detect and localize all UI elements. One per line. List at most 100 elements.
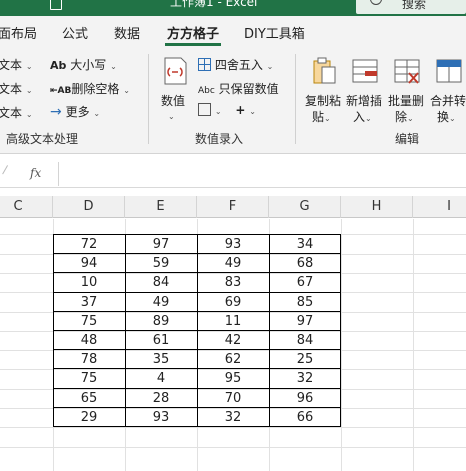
table-cell[interactable]: 84 [125, 273, 197, 292]
delete-space-icon: ⇤AB [50, 86, 72, 96]
group-title-text: 高级文本处理 [6, 132, 79, 146]
group-separator [148, 54, 149, 144]
table-cell[interactable]: 70 [197, 389, 269, 408]
table-cell[interactable]: 34 [269, 235, 341, 254]
window-title: 工作簿1 - Excel [170, 0, 258, 9]
table-cell[interactable]: 83 [197, 273, 269, 292]
table-cell[interactable]: 25 [269, 350, 341, 369]
fx-icon[interactable]: fx [30, 166, 41, 180]
col-header-i[interactable]: I [413, 196, 466, 218]
more-button[interactable]: → 更多 ⌄ [50, 103, 100, 120]
table-cell[interactable]: 85 [269, 293, 341, 312]
table-cell[interactable]: 97 [269, 312, 341, 331]
merge-convert-button[interactable]: 合并转 换⌄ [429, 54, 466, 128]
table-cell[interactable]: 66 [269, 408, 341, 427]
keep-value-button[interactable]: Abc 只保留数值 [198, 80, 279, 97]
table-cell[interactable]: 69 [197, 293, 269, 312]
plus-icon: + [235, 103, 246, 117]
table-cell[interactable]: 10 [53, 273, 125, 292]
formula-input[interactable] [58, 162, 466, 186]
formula-bar-resize-icon[interactable] [2, 165, 16, 179]
table-cell[interactable]: 32 [269, 369, 341, 388]
table-cell[interactable]: 75 [53, 369, 125, 388]
table-col-line [125, 234, 126, 427]
col-header-h[interactable]: H [341, 196, 413, 218]
ribbon-left-item-3[interactable]: 文本 ⌄ [0, 104, 33, 121]
copy-paste-label-1: 复制粘 [305, 94, 342, 108]
ribbon-tabs: 面布局 公式 数据 方方格子 DIY工具箱 [0, 16, 466, 46]
insert-label-2: 入⌄ [353, 110, 372, 124]
ribbon-left-item-2[interactable]: 文本 ⌄ [0, 80, 33, 97]
column-headers: C D E F G H I [0, 196, 466, 218]
copy-paste-button[interactable]: 复制粘 贴⌄ [304, 54, 344, 128]
tab-fangfang[interactable]: 方方格子 [167, 23, 219, 42]
tab-formulas[interactable]: 公式 [62, 23, 88, 42]
delete-space-button[interactable]: ⇤AB删除空格 ⌄ [50, 80, 130, 97]
table-cell[interactable]: 65 [53, 389, 125, 408]
table-cell[interactable]: 42 [197, 331, 269, 350]
table-cell[interactable]: 49 [197, 254, 269, 273]
col-header-g[interactable]: G [269, 196, 341, 218]
ribbon: 文本 ⌄ 文本 ⌄ 文本 ⌄ Ab 大小写 ⌄ ⇤AB删除空格 ⌄ → 更多 ⌄… [0, 46, 466, 154]
grid-row-line [0, 446, 466, 448]
grid-row-line [0, 427, 466, 429]
table-cell[interactable]: 75 [53, 312, 125, 331]
col-header-d[interactable]: D [53, 196, 125, 218]
insert-button[interactable]: 新增插 入⌄ [345, 54, 385, 128]
col-header-c[interactable]: C [0, 196, 53, 218]
table-cell[interactable]: 29 [53, 408, 125, 427]
table-cell[interactable]: 11 [197, 312, 269, 331]
group-separator [295, 54, 296, 144]
search-box[interactable]: 搜索 [356, 0, 466, 14]
value-icon [164, 57, 187, 85]
search-icon [370, 0, 382, 5]
copy-paste-label-2: 贴⌄ [312, 110, 331, 124]
insert-icon [352, 59, 378, 83]
save-icon[interactable] [50, 0, 62, 10]
table-cell[interactable]: 59 [125, 254, 197, 273]
round-button[interactable]: 四舍五入 ⌄ [198, 56, 273, 73]
table-cell[interactable]: 37 [53, 293, 125, 312]
col-header-f[interactable]: F [197, 196, 269, 218]
table-cell[interactable]: 4 [125, 369, 197, 388]
table-cell[interactable]: 94 [53, 254, 125, 273]
copy-paste-icon [313, 57, 336, 84]
title-bar: 工作簿1 - Excel 搜索 [0, 0, 466, 16]
table-cell[interactable]: 95 [197, 369, 269, 388]
ribbon-left-item-1[interactable]: 文本 ⌄ [0, 56, 33, 73]
insert-label-1: 新增插 [346, 94, 383, 108]
edit-icon [198, 103, 211, 116]
table-cell[interactable]: 35 [125, 350, 197, 369]
tab-diy-toolbox[interactable]: DIY工具箱 [244, 23, 305, 42]
merge-convert-label-2: 换⌄ [437, 110, 456, 124]
table-cell[interactable]: 93 [197, 235, 269, 254]
keep-value-icon: Abc [198, 86, 215, 96]
table-cell[interactable]: 67 [269, 273, 341, 292]
batch-delete-icon [394, 59, 420, 84]
table-cell[interactable]: 32 [197, 408, 269, 427]
case-button[interactable]: Ab 大小写 ⌄ [50, 56, 117, 73]
table-cell[interactable]: 62 [197, 350, 269, 369]
tab-data[interactable]: 数据 [114, 23, 140, 42]
table-cell[interactable]: 49 [125, 293, 197, 312]
extra-tools[interactable]: ⌄ + ⌄ [198, 103, 256, 117]
table-cell[interactable]: 96 [269, 389, 341, 408]
col-header-e[interactable]: E [125, 196, 197, 218]
batch-delete-button[interactable]: 批量删 除⌄ [387, 54, 427, 128]
grid-col-line [413, 219, 414, 471]
table-cell[interactable]: 84 [269, 331, 341, 350]
table-cell[interactable]: 28 [125, 389, 197, 408]
table-cell[interactable]: 48 [53, 331, 125, 350]
table-cell[interactable]: 89 [125, 312, 197, 331]
value-button[interactable]: 数值 ⌄ [157, 54, 193, 128]
search-label: 搜索 [402, 0, 427, 11]
table-cell[interactable]: 61 [125, 331, 197, 350]
table-cell[interactable]: 93 [125, 408, 197, 427]
table-cell[interactable]: 72 [53, 235, 125, 254]
tab-page-layout[interactable]: 面布局 [0, 23, 37, 42]
batch-delete-label-2: 除⌄ [395, 110, 414, 124]
table-cell[interactable]: 97 [125, 235, 197, 254]
table-cell[interactable]: 78 [53, 350, 125, 369]
table-cell[interactable]: 68 [269, 254, 341, 273]
group-title-edit: 编辑 [395, 132, 420, 146]
